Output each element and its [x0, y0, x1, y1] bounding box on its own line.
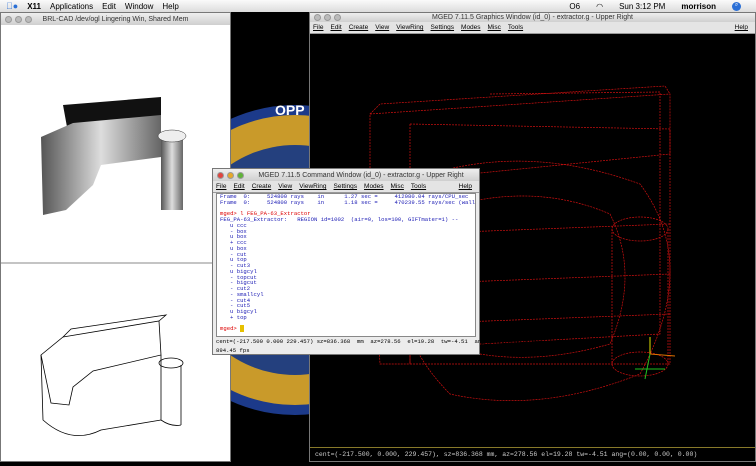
close-button[interactable] — [217, 171, 224, 179]
menu-viewring[interactable]: ViewRing — [299, 183, 326, 190]
menu-file[interactable]: File — [313, 24, 323, 31]
command-window[interactable]: MGED 7.11.5 Command Window (id_0) - extr… — [212, 168, 542, 355]
command-status-line: cent=(-217.500 0.000 229.457) sz=836.368… — [216, 338, 542, 345]
tree-list: u ccc - box u box + ccc u box - cut u top - cut… — [220, 222, 472, 321]
clock[interactable]: Sun 3:12 PM — [619, 2, 665, 11]
render-view — [1, 97, 230, 436]
menu-help[interactable]: Help — [162, 2, 178, 11]
menu-window[interactable]: Window — [125, 2, 153, 11]
user-name[interactable]: morrison — [681, 2, 716, 11]
spotlight-icon[interactable]: ⌕ — [732, 1, 741, 11]
graphics-status-bar: cent=(-217.500, 0.000, 229.457), sz=836.… — [310, 447, 755, 461]
app-menu[interactable]: X11 — [27, 2, 41, 11]
menu-help[interactable]: Help — [735, 24, 748, 31]
cursor[interactable] — [240, 325, 244, 333]
svg-text:OPP: OPP — [275, 102, 305, 118]
fps-readout: 894.45 fps — [216, 347, 250, 354]
region-line: FEG_PA-63_Extractor: REGION id=1002 (air… — [220, 216, 459, 223]
menu-applications[interactable]: Applications — [50, 2, 93, 11]
command-console[interactable]: Frame 0: 524800 rays in 1.27 sec = 41208… — [216, 193, 476, 337]
menu-modes[interactable]: Modes — [461, 24, 481, 31]
menu-tools[interactable]: Tools — [411, 183, 426, 190]
menu-modes[interactable]: Modes — [364, 183, 384, 190]
wifi-icon[interactable]: ◠ — [596, 2, 603, 11]
menu-edit[interactable]: Edit — [330, 24, 341, 31]
ogl-window[interactable]: BRL-CAD /dev/ogl Lingering Win, Shared M… — [0, 12, 231, 462]
menu-view[interactable]: View — [375, 24, 389, 31]
menu-settings[interactable]: Settings — [334, 183, 358, 190]
output-line: Frame 0: 524800 rays in 1.18 sec = 47023… — [220, 198, 476, 206]
menu-view[interactable]: View — [278, 183, 292, 190]
prompt: mged> — [220, 325, 241, 333]
menu-create[interactable]: Create — [349, 24, 369, 31]
menu-settings[interactable]: Settings — [431, 24, 455, 31]
window-title: MGED 7.11.5 Graphics Window (id_0) - ext… — [431, 14, 633, 21]
status-o6[interactable]: O6 — [569, 2, 580, 11]
apple-icon[interactable]: ● — [6, 1, 18, 11]
window-title: MGED 7.11.5 Command Window (id_0) - extr… — [258, 171, 464, 179]
menu-misc[interactable]: Misc — [391, 183, 404, 190]
menu-file[interactable]: File — [216, 183, 226, 190]
window-title: BRL-CAD /dev/ogl Lingering Win, Shared M… — [42, 15, 189, 23]
menu-edit[interactable]: Edit — [102, 2, 116, 11]
menu-viewring[interactable]: ViewRing — [396, 24, 423, 31]
menu-create[interactable]: Create — [252, 183, 272, 190]
menu-edit[interactable]: Edit — [233, 183, 244, 190]
minimize-button[interactable] — [227, 171, 234, 179]
menu-help[interactable]: Help — [459, 183, 472, 190]
menu-misc[interactable]: Misc — [488, 24, 501, 31]
menu-bar: ● X11 Applications Edit Window Help O6 … — [0, 0, 756, 12]
menu-tools[interactable]: Tools — [508, 24, 523, 31]
